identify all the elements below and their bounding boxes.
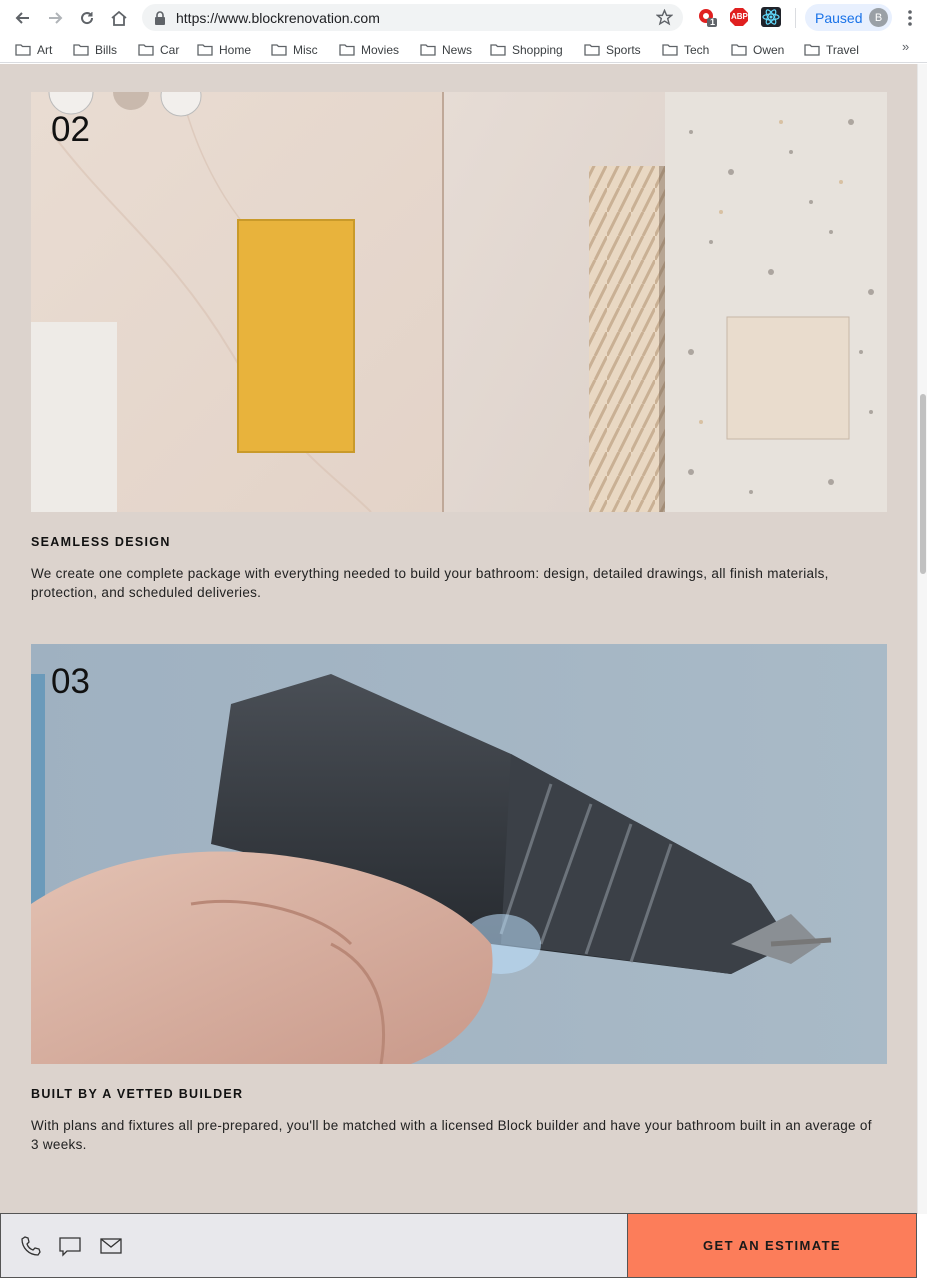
step-number: 03 bbox=[51, 662, 90, 701]
page-content: 02 SEAMLESS DESIGN We create one complet… bbox=[0, 64, 917, 1214]
step-number: 02 bbox=[51, 110, 90, 149]
folder-icon bbox=[490, 44, 506, 56]
url-text: https://www.blockrenovation.com bbox=[176, 9, 380, 26]
step-02-image: 02 bbox=[31, 92, 887, 512]
folder-icon bbox=[731, 44, 747, 56]
folder-icon bbox=[804, 44, 820, 56]
bookmark-movies[interactable]: Movies bbox=[339, 40, 399, 59]
abp-label: ABP bbox=[731, 12, 748, 21]
more-menu-icon[interactable] bbox=[904, 8, 916, 28]
mail-icon[interactable] bbox=[99, 1234, 123, 1258]
extension-react-icon[interactable] bbox=[761, 7, 781, 27]
step-title: BUILT BY A VETTED BUILDER bbox=[31, 1087, 244, 1101]
step-description: We create one complete package with ever… bbox=[31, 566, 829, 600]
forward-button[interactable] bbox=[43, 6, 67, 30]
bookmark-misc[interactable]: Misc bbox=[271, 40, 318, 59]
scrollbar-thumb[interactable] bbox=[920, 394, 926, 574]
extension-badge: 1 bbox=[710, 17, 716, 27]
bookmark-art[interactable]: Art bbox=[15, 40, 52, 59]
back-button[interactable] bbox=[11, 6, 35, 30]
folder-icon bbox=[420, 44, 436, 56]
home-icon bbox=[111, 10, 127, 26]
bookmark-car[interactable]: Car bbox=[138, 40, 179, 59]
bookmarks-overflow-button[interactable]: » bbox=[902, 39, 909, 54]
extension-adblock-icon[interactable]: ABP bbox=[729, 7, 749, 27]
bookmark-sports[interactable]: Sports bbox=[584, 40, 641, 59]
browser-toolbar: https://www.blockrenovation.com 1 ABP Pa… bbox=[0, 0, 927, 36]
phone-icon[interactable] bbox=[19, 1234, 43, 1258]
step-description: With plans and fixtures all pre-prepared… bbox=[31, 1118, 872, 1152]
folder-icon bbox=[662, 44, 678, 56]
back-arrow-icon bbox=[15, 12, 29, 24]
bookmark-shopping[interactable]: Shopping bbox=[490, 40, 563, 59]
bookmark-travel[interactable]: Travel bbox=[804, 40, 859, 59]
extension-opera-icon[interactable]: 1 bbox=[697, 7, 717, 27]
bookmark-owen[interactable]: Owen bbox=[731, 40, 784, 59]
lock-icon bbox=[155, 10, 165, 25]
bookmark-tech[interactable]: Tech bbox=[662, 40, 709, 59]
bookmark-bills[interactable]: Bills bbox=[73, 40, 117, 59]
bookmark-home[interactable]: Home bbox=[197, 40, 251, 59]
chat-icon[interactable] bbox=[58, 1234, 82, 1258]
forward-arrow-icon bbox=[49, 12, 63, 24]
folder-icon bbox=[138, 44, 154, 56]
reload-icon bbox=[81, 12, 94, 25]
contact-icons-panel bbox=[0, 1213, 627, 1278]
profile-status: Paused bbox=[815, 9, 863, 26]
folder-icon bbox=[271, 44, 287, 56]
bookmark-news[interactable]: News bbox=[420, 40, 472, 59]
reload-button[interactable] bbox=[75, 6, 99, 30]
get-estimate-button[interactable]: GET AN ESTIMATE bbox=[627, 1213, 917, 1278]
step-title: SEAMLESS DESIGN bbox=[31, 535, 171, 549]
step-03-image: 03 bbox=[31, 644, 887, 1064]
toolbar-divider bbox=[795, 8, 796, 28]
avatar: B bbox=[869, 8, 888, 27]
profile-button[interactable]: Paused B bbox=[805, 4, 892, 31]
page-scrollbar[interactable] bbox=[917, 64, 927, 1214]
address-bar[interactable]: https://www.blockrenovation.com bbox=[142, 4, 683, 31]
folder-icon bbox=[73, 44, 89, 56]
home-button[interactable] bbox=[107, 6, 131, 30]
folder-icon bbox=[584, 44, 600, 56]
bookmark-star-icon[interactable] bbox=[656, 9, 673, 26]
folder-icon bbox=[197, 44, 213, 56]
folder-icon bbox=[339, 44, 355, 56]
bookmarks-bar: Art Bills Car Home Misc Movies News Shop… bbox=[0, 36, 927, 63]
folder-icon bbox=[15, 44, 31, 56]
contact-bar: GET AN ESTIMATE bbox=[0, 1213, 917, 1278]
